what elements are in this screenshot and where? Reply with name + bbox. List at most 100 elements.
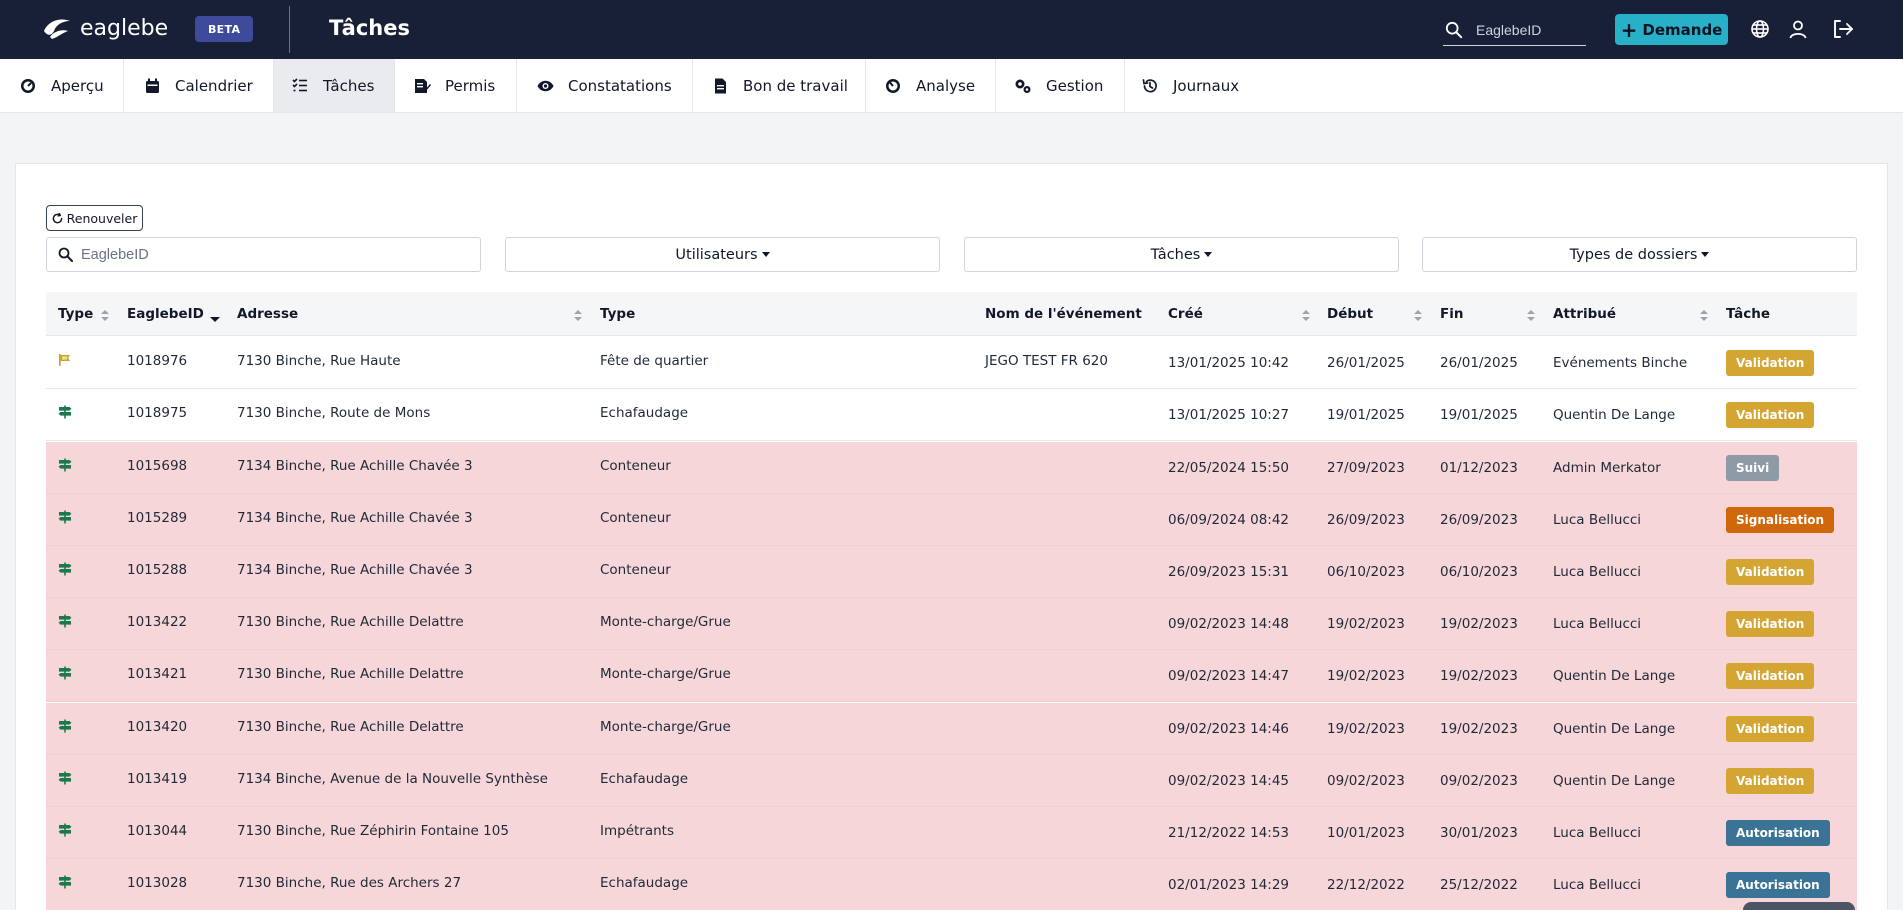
- task-status-badge[interactable]: Validation: [1726, 662, 1815, 689]
- sort-icon[interactable]: [574, 310, 582, 322]
- tab-journaux[interactable]: Journaux: [1125, 59, 1256, 112]
- task-status-badge[interactable]: Autorisation: [1726, 819, 1830, 846]
- col-header-event[interactable]: Nom de l'événement: [985, 292, 1142, 336]
- task-status-badge[interactable]: Validation: [1726, 349, 1815, 376]
- task-status-badge[interactable]: Suivi: [1726, 454, 1780, 481]
- sort-icon[interactable]: [1700, 310, 1708, 322]
- col-header-eaglebeid[interactable]: EaglebeID: [127, 292, 204, 336]
- eaglebeid-cell[interactable]: 1013421: [127, 648, 187, 699]
- table-row[interactable]: 1013044 7130 Binche, Rue Zéphirin Fontain…: [46, 807, 1857, 859]
- start-date-cell: 09/02/2023: [1327, 772, 1405, 789]
- eaglebeid-cell[interactable]: 1013028: [127, 857, 187, 908]
- eaglebeid-cell[interactable]: 1015289: [127, 492, 187, 543]
- sort-desc-icon[interactable]: [210, 310, 220, 322]
- address-cell: 7134 Binche, Avenue de la Nouvelle Synth…: [237, 770, 548, 787]
- tab-label: Permis: [445, 76, 496, 95]
- eaglebeid-filter-input[interactable]: [81, 246, 461, 263]
- kind-cell: Monte-charge/Grue: [600, 613, 731, 630]
- table-row[interactable]: 1013421 7130 Binche, Rue Achille Delattre…: [46, 650, 1857, 702]
- tab-calendrier[interactable]: Calendrier: [124, 59, 274, 112]
- col-header-start[interactable]: Début: [1327, 292, 1373, 336]
- eaglebeid-cell[interactable]: 1018975: [127, 387, 187, 438]
- signpost-icon: [58, 666, 72, 680]
- start-date-cell: 19/01/2025: [1327, 406, 1405, 423]
- table-row[interactable]: 1013422 7130 Binche, Rue Achille Delattre…: [46, 598, 1857, 650]
- task-cell: Validation: [1726, 598, 1815, 649]
- eaglebeid-cell[interactable]: 1015698: [127, 440, 187, 491]
- eaglebeid-cell[interactable]: 1018976: [127, 335, 187, 386]
- tasks-dropdown[interactable]: Tâches: [964, 237, 1399, 272]
- renew-label: Renouveler: [66, 210, 138, 226]
- sort-icon[interactable]: [1527, 310, 1535, 322]
- tab-label: Tâches: [323, 76, 375, 95]
- sort-icon[interactable]: [1302, 310, 1310, 322]
- address-cell: 7130 Binche, Rue Achille Delattre: [237, 613, 464, 630]
- table-row[interactable]: 1018975 7130 Binche, Route de Mons Echafau…: [46, 389, 1857, 441]
- col-header-task[interactable]: Tâche: [1726, 292, 1770, 336]
- eaglebeid-cell[interactable]: 1013044: [127, 805, 187, 856]
- table-row[interactable]: 1015288 7134 Binche, Rue Achille Chavée 3…: [46, 546, 1857, 598]
- kind-cell: Echafaudage: [600, 874, 689, 891]
- flag-icon: [59, 354, 70, 366]
- start-date-cell: 06/10/2023: [1327, 563, 1405, 580]
- task-status-badge[interactable]: Validation: [1726, 715, 1815, 742]
- renew-button[interactable]: Renouveler: [46, 205, 143, 231]
- signpost-icon: [58, 458, 72, 472]
- end-date-cell: 30/01/2023: [1440, 824, 1518, 841]
- tab-label: Bon de travail: [743, 76, 848, 95]
- document-icon: [711, 77, 729, 95]
- task-status-badge[interactable]: Validation: [1726, 610, 1815, 637]
- tab-analyse[interactable]: Analyse: [866, 59, 996, 112]
- task-status-badge[interactable]: Validation: [1726, 767, 1815, 794]
- sort-icon[interactable]: [1414, 310, 1422, 322]
- table-row[interactable]: 1013420 7130 Binche, Rue Achille Delattre…: [46, 703, 1857, 755]
- task-status-badge[interactable]: Validation: [1726, 401, 1815, 428]
- col-header-created[interactable]: Créé: [1168, 292, 1203, 336]
- end-date-cell: 06/10/2023: [1440, 563, 1518, 580]
- task-status-badge[interactable]: Validation: [1726, 558, 1815, 585]
- assigned-cell: Luca Bellucci: [1553, 824, 1642, 841]
- task-status-badge[interactable]: Autorisation: [1726, 871, 1830, 898]
- new-demande-button[interactable]: + Demande: [1615, 14, 1728, 45]
- eaglebeid-cell[interactable]: 1013420: [127, 701, 187, 752]
- start-date-cell: 10/01/2023: [1327, 824, 1405, 841]
- scrollbar-thumb[interactable]: [1743, 902, 1855, 910]
- created-cell: 26/09/2023 15:31: [1168, 563, 1290, 580]
- table-row[interactable]: 1015289 7134 Binche, Rue Achille Chavée 3…: [46, 494, 1857, 546]
- end-date-cell: 25/12/2022: [1440, 876, 1518, 893]
- tab-bon-de-travail[interactable]: Bon de travail: [693, 59, 866, 112]
- header-search-input[interactable]: [1476, 21, 1586, 38]
- logout-icon[interactable]: [1831, 17, 1855, 41]
- table-row[interactable]: 1013419 7134 Binche, Avenue de la Nouvell…: [46, 755, 1857, 807]
- dashboard-icon: [19, 77, 37, 95]
- task-status-badge[interactable]: Signalisation: [1726, 506, 1835, 533]
- table-row[interactable]: 1018976 7130 Binche, Rue Haute Fête de qua…: [46, 337, 1857, 389]
- eaglebeid-cell[interactable]: 1013419: [127, 753, 187, 804]
- tab-taches[interactable]: Tâches: [274, 59, 395, 112]
- table-row[interactable]: 1015698 7134 Binche, Rue Achille Chavée 3…: [46, 442, 1857, 494]
- table-row[interactable]: 1013028 7130 Binche, Rue des Archers 27 Ec…: [46, 859, 1857, 910]
- eaglebeid-cell[interactable]: 1013422: [127, 596, 187, 647]
- user-icon[interactable]: [1786, 17, 1810, 41]
- signpost-icon: [58, 562, 72, 576]
- start-date-cell: 19/02/2023: [1327, 720, 1405, 737]
- task-cell: Signalisation: [1726, 494, 1835, 545]
- col-header-adresse[interactable]: Adresse: [237, 292, 298, 336]
- created-cell: 13/01/2025 10:27: [1168, 406, 1290, 423]
- sort-icon[interactable]: [101, 310, 109, 322]
- tab-gestion[interactable]: Gestion: [996, 59, 1125, 112]
- tab-label: Journaux: [1173, 76, 1240, 95]
- col-header-assigned[interactable]: Attribué: [1553, 292, 1616, 336]
- dossier-types-dropdown[interactable]: Types de dossiers: [1422, 237, 1857, 272]
- users-dropdown[interactable]: Utilisateurs: [505, 237, 940, 272]
- col-header-type[interactable]: Type: [58, 292, 93, 336]
- tab-apercu[interactable]: Aperçu: [0, 59, 124, 112]
- tab-constatations[interactable]: Constatations: [517, 59, 693, 112]
- col-header-kind[interactable]: Type: [600, 292, 635, 336]
- eaglebeid-cell[interactable]: 1015288: [127, 544, 187, 595]
- col-header-end[interactable]: Fin: [1440, 292, 1463, 336]
- logo[interactable]: eaglebe: [42, 16, 168, 41]
- tab-permis[interactable]: Permis: [395, 59, 517, 112]
- globe-icon[interactable]: [1748, 17, 1772, 41]
- task-cell: Validation: [1726, 650, 1815, 701]
